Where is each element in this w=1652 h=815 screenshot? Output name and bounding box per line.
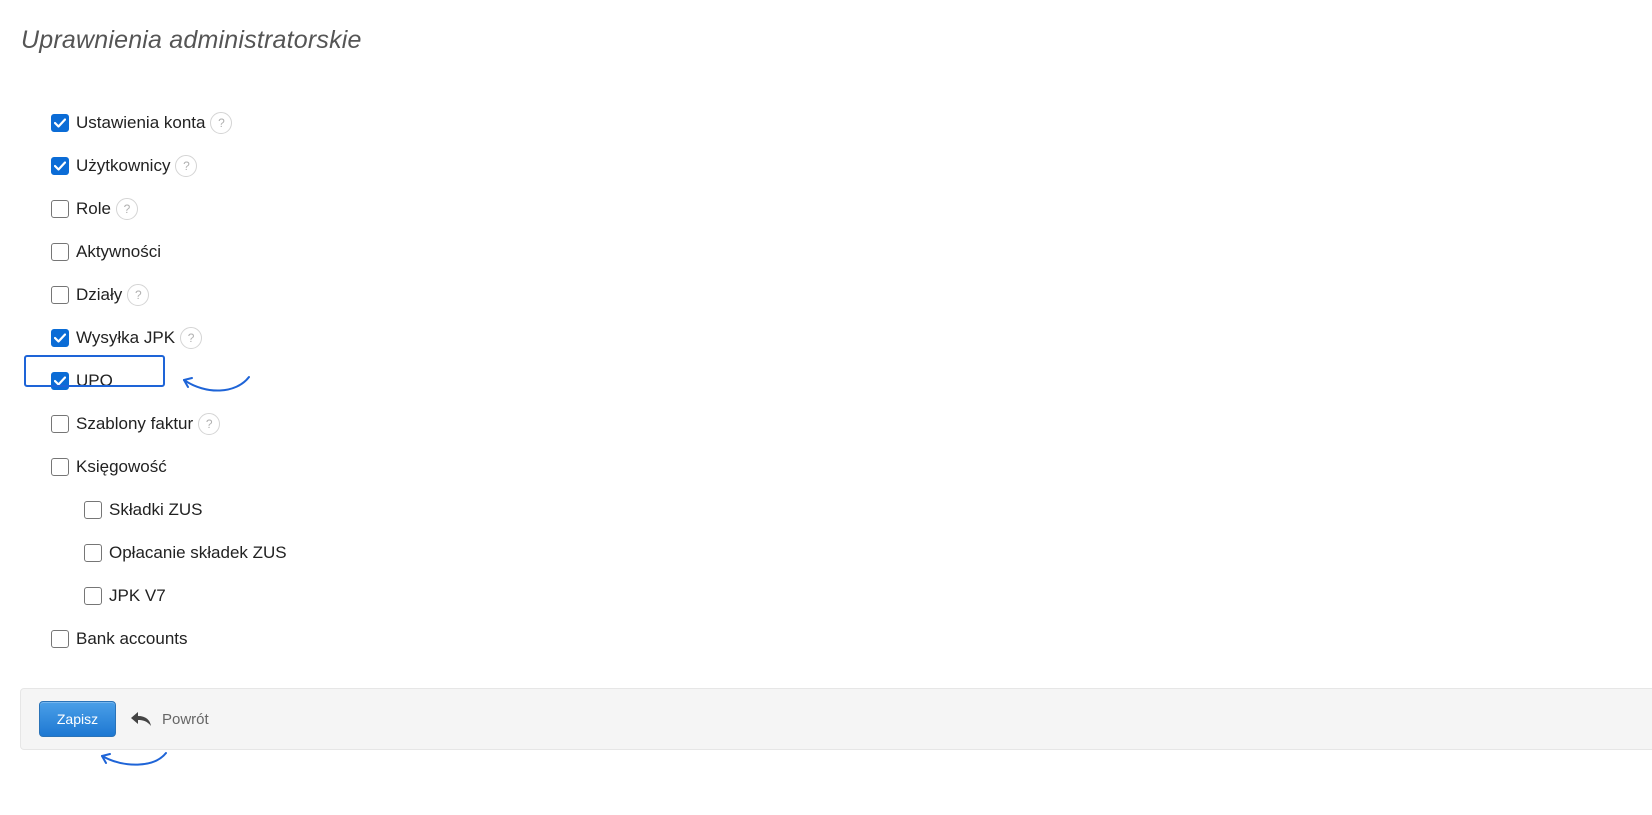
permission-label[interactable]: Ustawienia konta: [76, 113, 205, 133]
back-link[interactable]: Powrót: [130, 711, 209, 728]
permission-checkbox[interactable]: [84, 543, 102, 562]
permission-label[interactable]: Role: [76, 199, 111, 219]
permission-checkbox[interactable]: [51, 242, 69, 261]
permission-label[interactable]: Składki ZUS: [109, 500, 203, 520]
permission-label[interactable]: UPO: [76, 371, 113, 391]
permission-checkbox[interactable]: [51, 285, 69, 304]
back-link-label: Powrót: [162, 710, 209, 728]
permission-item-upo: UPO: [51, 359, 287, 402]
help-icon[interactable]: ?: [127, 283, 150, 306]
page-title: Uprawnienia administratorskie: [21, 26, 362, 54]
permission-item-uzytkownicy: Użytkownicy?: [51, 144, 287, 187]
page: Uprawnienia administratorskie Ustawienia…: [0, 0, 1652, 815]
permission-label[interactable]: Wysyłka JPK: [76, 328, 175, 348]
permission-checkbox[interactable]: [51, 199, 69, 218]
permission-item-oplacanie-skladek-zus: Opłacanie składek ZUS: [51, 531, 287, 574]
permission-label[interactable]: Aktywności: [76, 242, 161, 262]
permission-item-dzialy: Działy?: [51, 273, 287, 316]
permission-label[interactable]: Księgowość: [76, 457, 167, 477]
help-icon[interactable]: ?: [180, 326, 203, 349]
permission-item-jpk-v7: JPK V7: [51, 574, 287, 617]
permission-label[interactable]: Bank accounts: [76, 629, 188, 649]
permission-item-szablony-faktur: Szablony faktur?: [51, 402, 287, 445]
permission-item-ustawienia-konta: Ustawienia konta?: [51, 101, 287, 144]
help-icon[interactable]: ?: [210, 111, 233, 134]
help-icon[interactable]: ?: [198, 412, 221, 435]
checkmark-icon: [54, 332, 66, 343]
permission-label[interactable]: Szablony faktur: [76, 414, 193, 434]
permission-label[interactable]: JPK V7: [109, 586, 166, 606]
permission-checkbox[interactable]: [51, 414, 69, 433]
save-button[interactable]: Zapisz: [39, 701, 116, 737]
permission-item-ksiegowosc: Księgowość: [51, 445, 287, 488]
permission-item-role: Role?: [51, 187, 287, 230]
help-icon[interactable]: ?: [175, 154, 198, 177]
permission-checkbox[interactable]: [51, 457, 69, 476]
permission-checkbox[interactable]: [51, 113, 69, 132]
checkmark-icon: [54, 375, 66, 386]
permission-checkbox[interactable]: [51, 156, 69, 175]
permission-item-skladki-zus: Składki ZUS: [51, 488, 287, 531]
permission-checkbox[interactable]: [51, 371, 69, 390]
permission-checkbox[interactable]: [51, 629, 69, 648]
permission-item-aktywnosci: Aktywności: [51, 230, 287, 273]
checkmark-icon: [54, 160, 66, 171]
permission-checkbox[interactable]: [84, 586, 102, 605]
checkmark-icon: [54, 117, 66, 128]
permission-label[interactable]: Działy: [76, 285, 122, 305]
help-icon[interactable]: ?: [115, 197, 138, 220]
form-action-bar: Zapisz Powrót: [20, 688, 1652, 750]
permission-label[interactable]: Użytkownicy: [76, 156, 170, 176]
permission-item-bank-accounts: Bank accounts: [51, 617, 287, 660]
reply-arrow-icon: [130, 711, 152, 727]
permission-checkbox[interactable]: [84, 500, 102, 519]
permission-label[interactable]: Opłacanie składek ZUS: [109, 543, 287, 563]
permission-checkbox[interactable]: [51, 328, 69, 347]
permission-item-wysylka-jpk: Wysyłka JPK?: [51, 316, 287, 359]
permissions-list: Ustawienia konta? Użytkownicy? Role? Aktywn…: [51, 101, 287, 660]
annotation-arrow-save: [101, 752, 167, 766]
